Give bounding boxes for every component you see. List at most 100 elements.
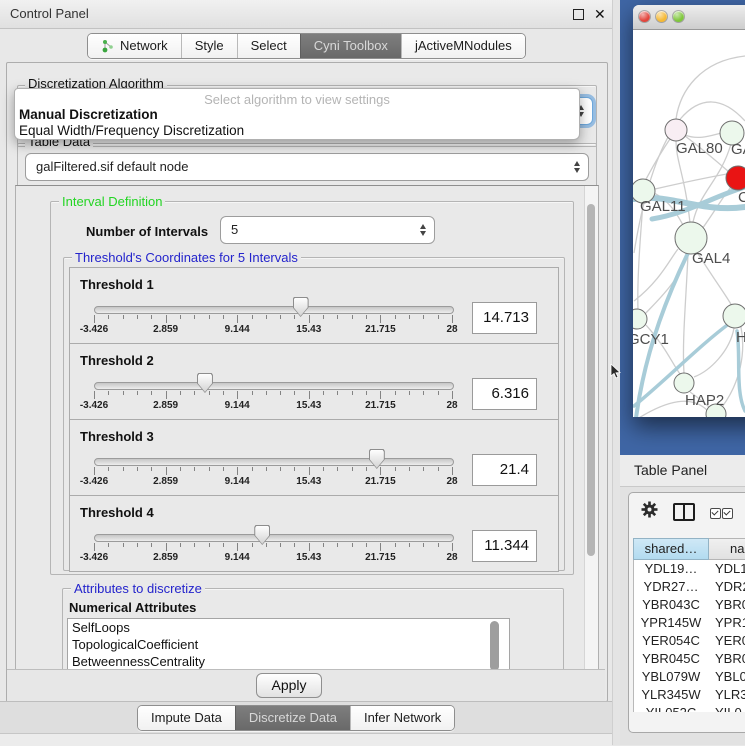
slider-track[interactable] bbox=[94, 306, 454, 314]
bottom-tab-discretize-data[interactable]: Discretize Data bbox=[235, 706, 350, 730]
slider-tick-label: -3.426 bbox=[80, 476, 108, 487]
slider-track[interactable] bbox=[94, 382, 454, 390]
panel-scrollbar-track[interactable] bbox=[584, 186, 599, 670]
network-graph: GAL80GACGAL11GAL4GCY1HHAP2 bbox=[633, 30, 745, 417]
slider-tick bbox=[123, 391, 124, 395]
threshold-value-field[interactable]: 11.344 bbox=[472, 530, 537, 562]
slider-tick bbox=[180, 315, 181, 319]
panel-scrollbar-thumb[interactable] bbox=[587, 204, 595, 556]
table-row[interactable]: YBL079WYBL0 bbox=[634, 668, 745, 686]
table-row[interactable]: YBR045CYBR0 bbox=[634, 650, 745, 668]
cell-name: YER0 bbox=[708, 632, 745, 650]
network-node[interactable] bbox=[723, 304, 745, 328]
threshold-value-field[interactable]: 21.4 bbox=[472, 454, 537, 486]
slider-tick bbox=[423, 315, 424, 319]
slider-thumb[interactable] bbox=[293, 297, 309, 317]
table-row[interactable]: YIL052CYIL0 bbox=[634, 704, 745, 712]
table-panel-zone: Table Panel shared… na YDL19…YDL1YDR27…Y… bbox=[620, 455, 745, 745]
bottom-tab-infer-network[interactable]: Infer Network bbox=[350, 706, 454, 730]
slider-tick bbox=[366, 543, 367, 547]
slider-thumb[interactable] bbox=[369, 449, 385, 469]
attribute-item[interactable]: TopologicalCoefficient bbox=[68, 636, 509, 653]
network-canvas[interactable]: GAL80GACGAL11GAL4GCY1HHAP2 bbox=[633, 30, 745, 417]
slider-tick bbox=[194, 315, 195, 319]
number-of-intervals-combobox[interactable]: 5 bbox=[220, 216, 435, 244]
slider-tick bbox=[223, 391, 224, 395]
table-data-combobox[interactable]: galFiltered.sif default node bbox=[25, 153, 589, 181]
column-header-name[interactable]: na bbox=[709, 538, 745, 560]
bottom-tab-label: Discretize Data bbox=[249, 706, 337, 730]
network-node[interactable] bbox=[674, 373, 694, 393]
network-node[interactable] bbox=[633, 309, 647, 329]
network-node[interactable] bbox=[726, 166, 745, 190]
slider-tick bbox=[380, 543, 381, 551]
close-traffic-light-icon[interactable] bbox=[639, 11, 650, 22]
control-panel-titlebar: Control Panel ✕ bbox=[0, 0, 612, 29]
table-data-value: galFiltered.sif default node bbox=[26, 154, 588, 180]
threshold-value-field[interactable]: 6.316 bbox=[472, 378, 537, 410]
tab-select[interactable]: Select bbox=[237, 34, 300, 58]
network-edge bbox=[676, 56, 745, 119]
slider-tick bbox=[409, 543, 410, 547]
slider-tick-label: 28 bbox=[446, 476, 457, 487]
tab-jactivemnodules[interactable]: jActiveMNodules bbox=[401, 34, 525, 58]
network-node[interactable] bbox=[665, 119, 687, 141]
slider-tick bbox=[452, 315, 453, 323]
attribute-item[interactable]: SelfLoops bbox=[68, 619, 509, 636]
table-row[interactable]: YER054CYER0 bbox=[634, 632, 745, 650]
slider-track[interactable] bbox=[94, 534, 454, 542]
algorithm-option[interactable]: Equal Width/Frequency Discretization bbox=[19, 123, 244, 138]
slider-tick bbox=[409, 315, 410, 319]
gear-icon[interactable] bbox=[641, 501, 658, 518]
tab-style[interactable]: Style bbox=[181, 34, 237, 58]
float-window-icon[interactable] bbox=[573, 9, 584, 20]
slider-tick bbox=[438, 467, 439, 471]
slider-tick bbox=[366, 391, 367, 395]
table-row[interactable]: YPR145WYPR1 bbox=[634, 614, 745, 632]
zoom-traffic-light-icon[interactable] bbox=[673, 11, 684, 22]
numerical-attributes-list[interactable]: SelfLoopsTopologicalCoefficientBetweenne… bbox=[67, 618, 510, 671]
table-row[interactable]: YDR27…YDR2 bbox=[634, 578, 745, 596]
slider-tick bbox=[94, 315, 95, 323]
slider-thumb[interactable] bbox=[254, 525, 270, 545]
table-row[interactable]: YBR043CYBR0 bbox=[634, 596, 745, 614]
list-scrollbar[interactable] bbox=[490, 621, 499, 671]
threshold-value-field[interactable]: 14.713 bbox=[472, 302, 537, 334]
slider-track[interactable] bbox=[94, 458, 454, 466]
slider-tick-label: -3.426 bbox=[80, 324, 108, 335]
tab-network[interactable]: Network bbox=[88, 34, 181, 58]
slider-tick-label: 9.144 bbox=[225, 476, 250, 487]
slider-tick bbox=[209, 391, 210, 395]
slider-tick bbox=[395, 467, 396, 471]
slider-tick bbox=[409, 467, 410, 471]
table-row[interactable]: YDL19…YDL1 bbox=[634, 560, 745, 578]
bottom-tab-impute-data[interactable]: Impute Data bbox=[138, 706, 235, 730]
network-window-titlebar[interactable] bbox=[633, 5, 745, 30]
slider-tick bbox=[209, 543, 210, 547]
minimize-traffic-light-icon[interactable] bbox=[656, 11, 667, 22]
combo-arrows-icon bbox=[574, 161, 580, 173]
slider-tick bbox=[94, 391, 95, 399]
tab-label: Cyni Toolbox bbox=[314, 34, 388, 58]
table-row[interactable]: YLR345WYLR3 bbox=[634, 686, 745, 704]
cell-shared-name: YDL19… bbox=[634, 560, 708, 578]
cell-name: YIL0 bbox=[708, 704, 745, 712]
network-view-window[interactable]: GAL80GACGAL11GAL4GCY1HHAP2 bbox=[633, 5, 745, 417]
mouse-cursor bbox=[610, 364, 622, 380]
algorithm-option[interactable]: Manual Discretization bbox=[19, 107, 158, 122]
slider-tick bbox=[352, 391, 353, 395]
apply-button[interactable]: Apply bbox=[256, 673, 322, 698]
columns-icon[interactable] bbox=[673, 503, 695, 521]
column-header-shared-name[interactable]: shared… bbox=[633, 538, 709, 560]
slider-tick-label: 2.859 bbox=[153, 476, 178, 487]
attribute-item[interactable]: BetweennessCentrality bbox=[68, 653, 509, 670]
attributes-group: Attributes to discretize Numerical Attri… bbox=[62, 588, 564, 671]
algorithm-dropdown-popup: Select algorithm to view settings Manual… bbox=[14, 88, 580, 140]
slider-tick bbox=[266, 315, 267, 319]
tab-cyni-toolbox[interactable]: Cyni Toolbox bbox=[300, 34, 401, 58]
checkboxes-icon[interactable] bbox=[710, 506, 734, 524]
cell-shared-name: YBR043C bbox=[634, 596, 708, 614]
slider-thumb[interactable] bbox=[197, 373, 213, 393]
close-icon[interactable]: ✕ bbox=[594, 5, 606, 23]
slider-tick bbox=[309, 391, 310, 399]
